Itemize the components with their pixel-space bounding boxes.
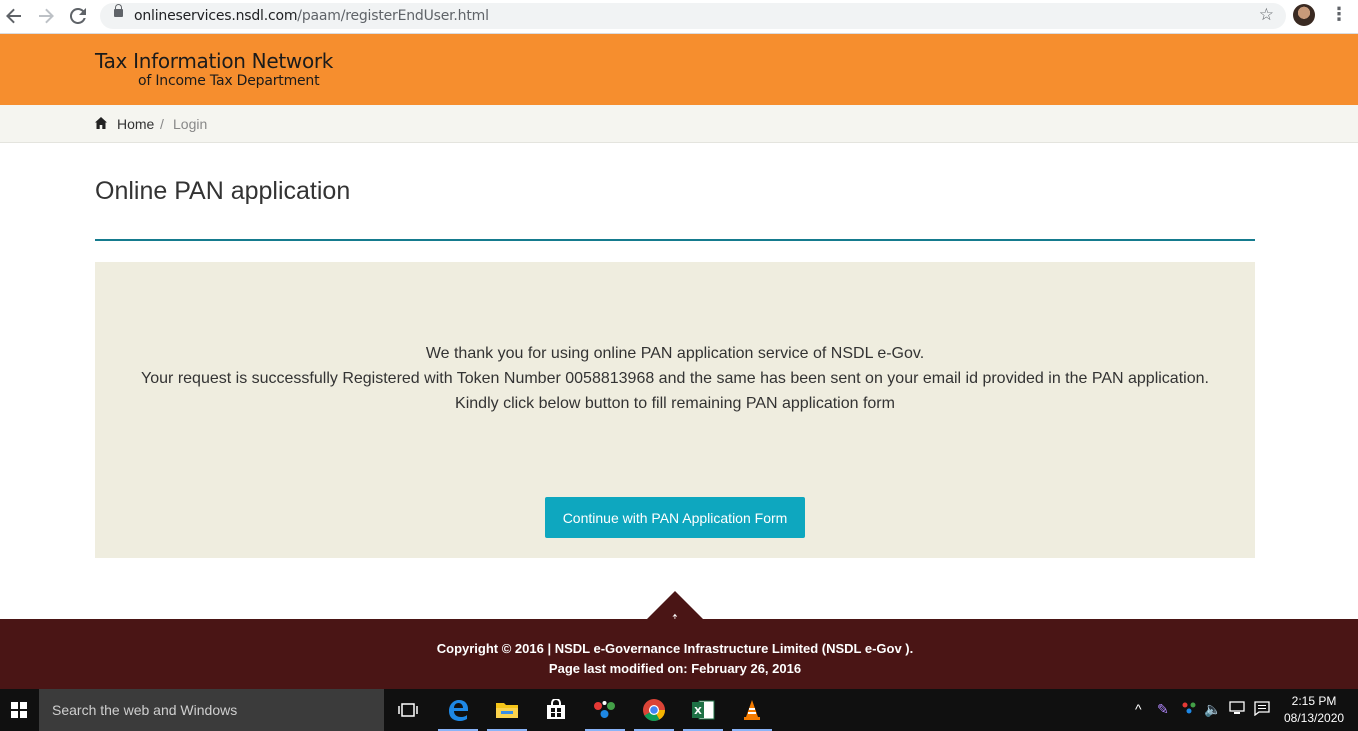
file-explorer-icon[interactable] [483,689,531,731]
taskbar-clock[interactable]: 2:15 PM 08/13/2020 [1284,693,1344,727]
svg-text:X: X [694,706,702,717]
breadcrumb: Home / Login [0,105,1358,143]
confirmation-panel: We thank you for using online PAN applic… [95,262,1255,558]
app-icon[interactable] [581,689,629,731]
url-text[interactable]: onlineservices.nsdl.com/paam/registerEnd… [134,8,489,24]
profile-avatar[interactable] [1293,4,1315,26]
page-title: Online PAN application [95,177,351,205]
edge-icon[interactable] [434,689,482,731]
thank-you-message: We thank you for using online PAN applic… [425,345,925,362]
browser-toolbar: onlineservices.nsdl.com/paam/registerEnd… [0,0,1358,34]
windows-logo-icon [11,702,27,718]
store-icon[interactable] [532,689,580,731]
bookmark-star-icon[interactable]: ☆ [1259,5,1274,25]
continue-pan-form-button[interactable]: Continue with PAN Application Form [545,497,805,538]
site-header: Tax Information Network of Income Tax De… [0,34,1358,105]
clock-date: 08/13/2020 [1284,711,1345,725]
taskbar-search-placeholder: Search the web and Windows [52,702,238,718]
url-path: /paam/registerEndUser.html [297,8,489,24]
site-logo-subtitle[interactable]: of Income Tax Department [138,73,320,89]
network-app-icon[interactable] [1181,701,1197,718]
url-host: onlineservices.nsdl.com [134,8,298,24]
start-button[interactable] [0,689,38,731]
menu-kebab-icon[interactable]: ⋮ [1330,4,1348,25]
clock-time: 2:15 PM [1291,694,1337,708]
reload-icon[interactable] [66,4,90,28]
volume-icon[interactable]: 🔈 [1204,701,1221,718]
site-footer: Copyright © 2016 | NSDL e-Governance Inf… [0,619,1358,689]
network-icon[interactable] [1229,701,1245,718]
action-center-icon[interactable] [1254,701,1270,719]
vlc-icon[interactable] [728,689,776,731]
forward-arrow-icon[interactable] [34,4,58,28]
site-logo-title[interactable]: Tax Information Network [95,49,333,73]
address-bar[interactable]: onlineservices.nsdl.com/paam/registerEnd… [100,3,1286,29]
breadcrumb-home-link[interactable]: Home [117,116,154,132]
windows-taskbar: Search the web and Windows X ^ ✎ 🔈 2:15 … [0,689,1358,731]
instruction-message: Kindly click below button to fill remain… [455,395,895,412]
chrome-icon[interactable] [630,689,678,731]
back-arrow-icon[interactable] [2,4,26,28]
title-divider [95,239,1255,241]
taskbar-search-box[interactable]: Search the web and Windows [39,689,384,731]
chevron-up-icon[interactable]: ^ [1135,701,1142,717]
breadcrumb-current: Login [173,116,208,132]
home-icon [95,117,107,129]
lock-icon[interactable] [114,4,123,17]
task-view-icon[interactable] [384,689,432,731]
breadcrumb-separator: / [160,116,164,132]
registration-message: Your request is successfully Registered … [141,370,1209,387]
pen-icon[interactable]: ✎ [1157,701,1169,718]
footer-copyright: Copyright © 2016 | NSDL e-Governance Inf… [436,641,914,656]
excel-icon[interactable]: X [679,689,727,731]
footer-last-modified: Page last modified on: February 26, 2016 [548,661,802,676]
